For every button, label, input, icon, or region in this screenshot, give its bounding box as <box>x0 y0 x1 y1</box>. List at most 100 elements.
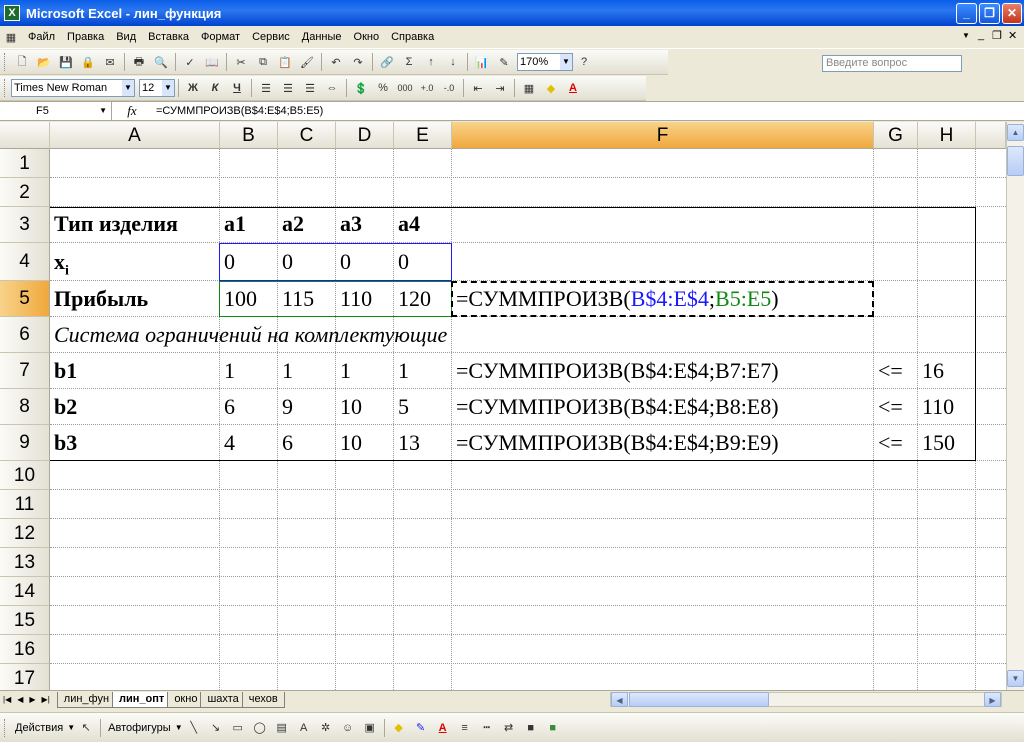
scroll-thumb[interactable] <box>1007 146 1024 176</box>
sort-asc-icon[interactable]: ↑ <box>422 53 440 71</box>
sort-desc-icon[interactable]: ↓ <box>444 53 462 71</box>
horizontal-scrollbar[interactable]: ◀ ▶ <box>610 692 1002 707</box>
permission-icon[interactable]: 🔒 <box>79 53 97 71</box>
diagram-icon[interactable]: ✲ <box>317 719 335 737</box>
cell-f7[interactable]: =СУММПРОИЗВ(B$4:E$4;B7:E7) <box>452 354 779 388</box>
sheet-tab-active[interactable]: лин_опт <box>112 691 172 708</box>
font-select[interactable]: Times New Roman ▼ <box>11 79 135 97</box>
textbox-icon[interactable]: ▤ <box>273 719 291 737</box>
col-header-d[interactable]: D <box>336 122 394 149</box>
cell-c8[interactable]: 9 <box>278 390 293 424</box>
increase-decimal-icon[interactable]: +.0 <box>418 79 436 97</box>
worksheet-grid[interactable]: A B C D E F G H 1 2 3 4 5 6 7 8 9 10 11 … <box>0 122 1006 690</box>
3d-icon[interactable]: ■ <box>544 719 562 737</box>
minimize-button[interactable]: _ <box>956 3 977 24</box>
font-size-select[interactable]: 12 ▼ <box>139 79 175 97</box>
sheet-tab[interactable]: лин_фун <box>56 691 117 708</box>
undo-icon[interactable]: ↶ <box>327 53 345 71</box>
cell-c7[interactable]: 1 <box>278 354 293 388</box>
menu-insert[interactable]: Вставка <box>142 31 195 43</box>
col-header-c[interactable]: C <box>278 122 336 149</box>
autosum-icon[interactable]: Σ <box>400 53 418 71</box>
row-header[interactable]: 4 <box>0 243 50 281</box>
print-icon[interactable]: 🖶 <box>130 53 148 71</box>
autoshapes-dropdown-icon[interactable]: ▼ <box>175 723 183 732</box>
row-header[interactable]: 3 <box>0 207 50 243</box>
dash-style-icon[interactable]: ┅ <box>478 719 496 737</box>
redo-icon[interactable]: ↷ <box>349 53 367 71</box>
zoom-select[interactable]: 170% ▼ <box>517 53 573 71</box>
save-icon[interactable]: 💾 <box>57 53 75 71</box>
ask-dropdown-icon[interactable]: ▼ <box>962 31 970 40</box>
insert-function-button[interactable]: fx <box>112 103 152 119</box>
email-icon[interactable]: ✉ <box>101 53 119 71</box>
select-objects-icon[interactable]: ↖ <box>77 719 95 737</box>
menu-tools[interactable]: Сервис <box>246 31 296 43</box>
line-style-icon[interactable]: ≡ <box>456 719 474 737</box>
print-preview-icon[interactable]: 🔍 <box>152 53 170 71</box>
align-right-icon[interactable]: ☰ <box>301 79 319 97</box>
cell-a5[interactable]: Прибыль <box>50 282 148 316</box>
cell-a9[interactable]: b3 <box>50 426 77 460</box>
decrease-indent-icon[interactable]: ⇤ <box>469 79 487 97</box>
cell-a7[interactable]: b1 <box>50 354 77 388</box>
open-icon[interactable]: 📂 <box>35 53 53 71</box>
line-icon[interactable]: ╲ <box>185 719 203 737</box>
tab-first-icon[interactable]: |◀ <box>0 695 14 704</box>
cell-d8[interactable]: 10 <box>336 390 362 424</box>
arrow-icon[interactable]: ↘ <box>207 719 225 737</box>
new-icon[interactable]: 🗋 <box>13 53 31 71</box>
copy-icon[interactable]: ⧉ <box>254 53 272 71</box>
shadow-icon[interactable]: ■ <box>522 719 540 737</box>
scroll-up-icon[interactable]: ▲ <box>1007 124 1024 141</box>
formula-input[interactable]: =СУММПРОИЗВ(B$4:E$4;B5:E5) <box>152 105 323 117</box>
col-header-g[interactable]: G <box>874 122 918 149</box>
row-header[interactable]: 11 <box>0 490 50 519</box>
tab-last-icon[interactable]: ▶| <box>39 695 53 704</box>
menu-view[interactable]: Вид <box>110 31 142 43</box>
col-header-i[interactable] <box>976 122 1006 149</box>
row-header[interactable]: 14 <box>0 577 50 606</box>
actions-dropdown-icon[interactable]: ▼ <box>67 723 75 732</box>
col-header-e[interactable]: E <box>394 122 452 149</box>
menu-edit[interactable]: Правка <box>61 31 110 43</box>
row-header[interactable]: 12 <box>0 519 50 548</box>
align-left-icon[interactable]: ☰ <box>257 79 275 97</box>
row-header[interactable]: 15 <box>0 606 50 635</box>
rectangle-icon[interactable]: ▭ <box>229 719 247 737</box>
cell-c3[interactable]: a2 <box>278 207 304 241</box>
cell-g9[interactable]: <= <box>874 426 903 460</box>
research-icon[interactable]: 📖 <box>203 53 221 71</box>
chart-wizard-icon[interactable]: 📊 <box>473 53 491 71</box>
help-icon[interactable]: ? <box>575 53 593 71</box>
cell-c9[interactable]: 6 <box>278 426 293 460</box>
row-header[interactable]: 2 <box>0 178 50 207</box>
cell-g7[interactable]: <= <box>874 354 903 388</box>
name-box[interactable]: F5 ▼ <box>0 102 112 120</box>
cell-e8[interactable]: 5 <box>394 390 409 424</box>
col-header-a[interactable]: A <box>50 122 220 149</box>
menu-data[interactable]: Данные <box>296 31 348 43</box>
underline-button[interactable]: Ч <box>228 79 246 97</box>
select-all-corner[interactable] <box>0 122 50 149</box>
row-header[interactable]: 5 <box>0 281 50 317</box>
tab-prev-icon[interactable]: ◀ <box>14 695 26 704</box>
row-header[interactable]: 16 <box>0 635 50 664</box>
sheet-tab[interactable]: чехов <box>241 691 285 708</box>
cell-g8[interactable]: <= <box>874 390 903 424</box>
fill-color-icon[interactable]: ◆ <box>390 719 408 737</box>
doc-restore-icon[interactable]: ❐ <box>992 29 1002 42</box>
vertical-scrollbar[interactable]: ▲ ▼ <box>1006 122 1024 690</box>
row-header[interactable]: 6 <box>0 317 50 353</box>
col-header-b[interactable]: B <box>220 122 278 149</box>
wordart-icon[interactable]: A <box>295 719 313 737</box>
cell-a6[interactable]: Система ограничений на комплектующие <box>50 318 447 352</box>
actions-menu[interactable]: Действия <box>11 722 67 734</box>
cell-h9[interactable]: 150 <box>918 426 955 460</box>
line-color-icon[interactable]: ✎ <box>412 719 430 737</box>
oval-icon[interactable]: ◯ <box>251 719 269 737</box>
cell-b3[interactable]: a1 <box>220 207 246 241</box>
row-header[interactable]: 1 <box>0 149 50 178</box>
font-color-icon[interactable]: A <box>564 79 582 97</box>
cell-f9[interactable]: =СУММПРОИЗВ(B$4:E$4;B9:E9) <box>452 426 779 460</box>
